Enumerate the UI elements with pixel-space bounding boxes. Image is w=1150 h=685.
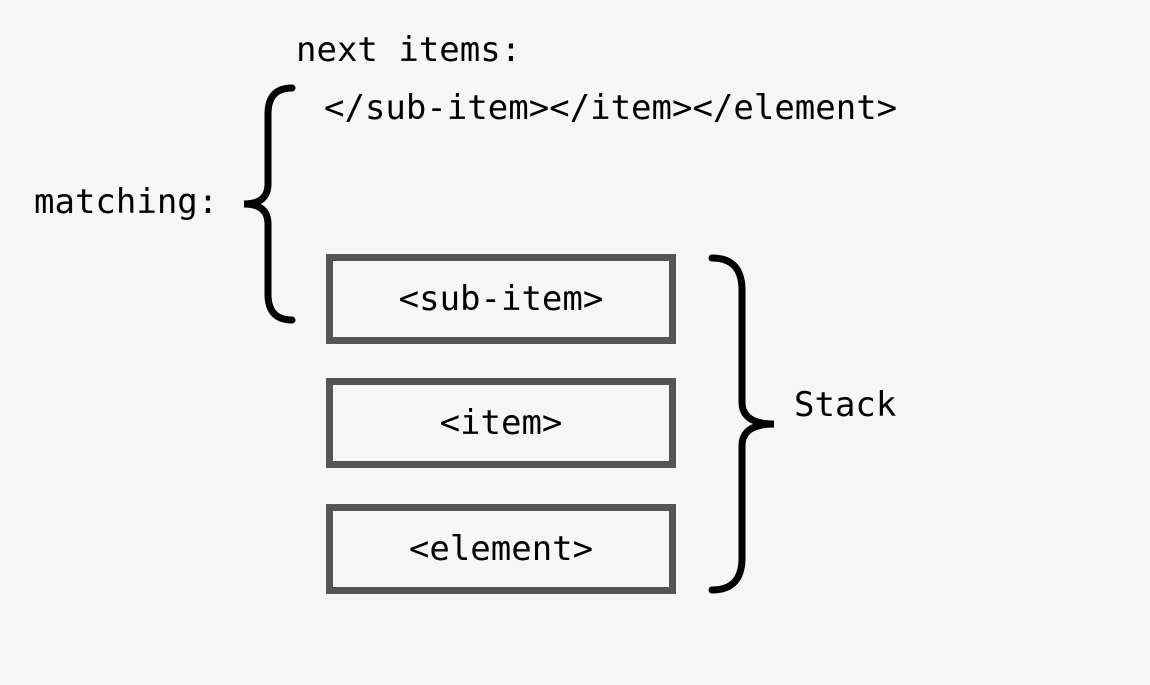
- stack-item-text: <sub-item>: [399, 279, 604, 319]
- stack-label: Stack: [794, 385, 896, 425]
- stack-box-bottom: <element>: [326, 504, 676, 594]
- right-brace-icon: [700, 254, 790, 594]
- left-brace-icon: [232, 84, 304, 324]
- stack-item-text: <item>: [440, 403, 563, 443]
- matching-label: matching:: [34, 182, 218, 222]
- stack-box-middle: <item>: [326, 378, 676, 468]
- next-items-label: next items:: [296, 30, 521, 70]
- stack-box-top: <sub-item>: [326, 254, 676, 344]
- stack-item-text: <element>: [409, 529, 593, 569]
- closing-tags-text: </sub-item></item></element>: [324, 88, 897, 128]
